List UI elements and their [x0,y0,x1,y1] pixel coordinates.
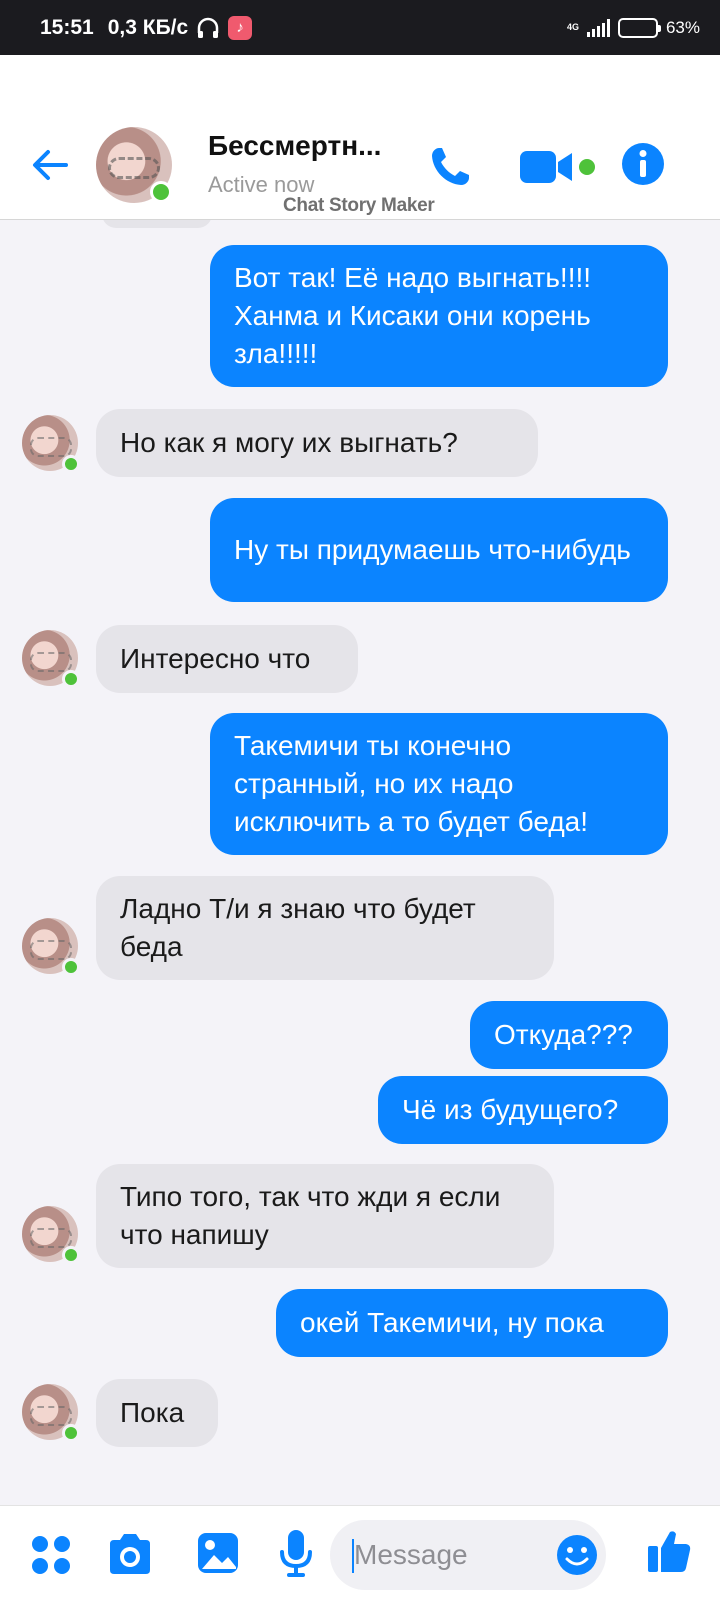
message-bubble-in[interactable]: Типо того, так что жди я если что напишу [96,1164,554,1268]
status-right: 4G 63% [566,17,700,38]
message-bubble-out[interactable]: окей Такемичи, ну пока [276,1289,668,1357]
message-text: Откуда??? [494,1019,633,1050]
camera-icon[interactable] [106,1532,154,1576]
headphone-icon [196,17,220,39]
watermark: Chat Story Maker [283,195,435,216]
message-text: Но как я могу их выгнать? [120,427,458,458]
message-bubble-in[interactable]: Но как я могу их выгнать? [96,409,538,477]
message-avatar[interactable] [22,415,80,473]
online-indicator [150,181,172,203]
status-bar: 15:51 0,3 КБ/с ♪ 4G 63% [0,0,720,55]
text-cursor [352,1539,354,1573]
message-list[interactable]: Вот так! Её надо выгнать!!!! Ханма и Кис… [0,220,720,1505]
message-avatar[interactable] [22,1206,80,1264]
info-icon[interactable] [620,141,666,187]
chat-header: Бессмертн... Active now Chat Story Maker [0,55,720,220]
message-bubble-out[interactable]: Откуда??? [470,1001,668,1069]
signal-icon [586,18,610,37]
status-speed: 0,3 КБ/с [107,15,189,39]
message-text: Интересно что [120,643,311,674]
message-avatar[interactable] [22,1384,80,1442]
phone-call-icon[interactable] [426,143,474,191]
message-bubble-out[interactable]: Вот так! Её надо выгнать!!!! Ханма и Кис… [210,245,668,387]
message-text: окей Такемичи, ну пока [300,1307,604,1338]
partial-message-bubble [102,220,212,228]
battery-icon [617,17,661,38]
video-online-dot [579,159,595,175]
message-text: Чё из будущего? [402,1094,619,1125]
contact-name[interactable]: Бессмертн... [208,130,381,162]
microphone-icon[interactable] [278,1528,314,1578]
status-time: 15:51 [40,15,94,39]
message-bubble-in[interactable]: Ладно Т/и я знаю что будет беда [96,876,554,980]
video-call-icon[interactable] [520,149,576,185]
back-arrow-icon[interactable] [30,145,70,185]
message-bubble-out[interactable]: Чё из будущего? [378,1076,668,1144]
message-bubble-out[interactable]: Ну ты придумаешь что-нибудь [210,498,668,602]
message-avatar[interactable] [22,918,80,976]
composer-bar [0,1505,720,1600]
message-text: Такемичи ты конечно странный, но их надо… [234,730,589,837]
tiktok-icon: ♪ [228,15,253,40]
menu-icon[interactable] [30,1534,72,1576]
message-avatar[interactable] [22,630,80,688]
message-text: Ладно Т/и я знаю что будет беда [120,893,476,962]
gallery-icon[interactable] [196,1531,240,1575]
thumbs-up-icon[interactable] [646,1528,692,1574]
message-bubble-out[interactable]: Такемичи ты конечно странный, но их надо… [210,713,668,855]
message-bubble-in[interactable]: Интересно что [96,625,358,693]
emoji-icon[interactable] [556,1534,598,1576]
message-text: Пока [120,1397,185,1428]
message-text: Типо того, так что жди я если что напишу [120,1181,501,1250]
battery-percent: 63% [665,17,700,37]
message-text: Вот так! Её надо выгнать!!!! Ханма и Кис… [234,262,592,369]
message-bubble-in[interactable]: Пока [96,1379,218,1447]
message-text: Ну ты придумаешь что-нибудь [234,534,631,565]
network-type: 4G [566,22,579,32]
